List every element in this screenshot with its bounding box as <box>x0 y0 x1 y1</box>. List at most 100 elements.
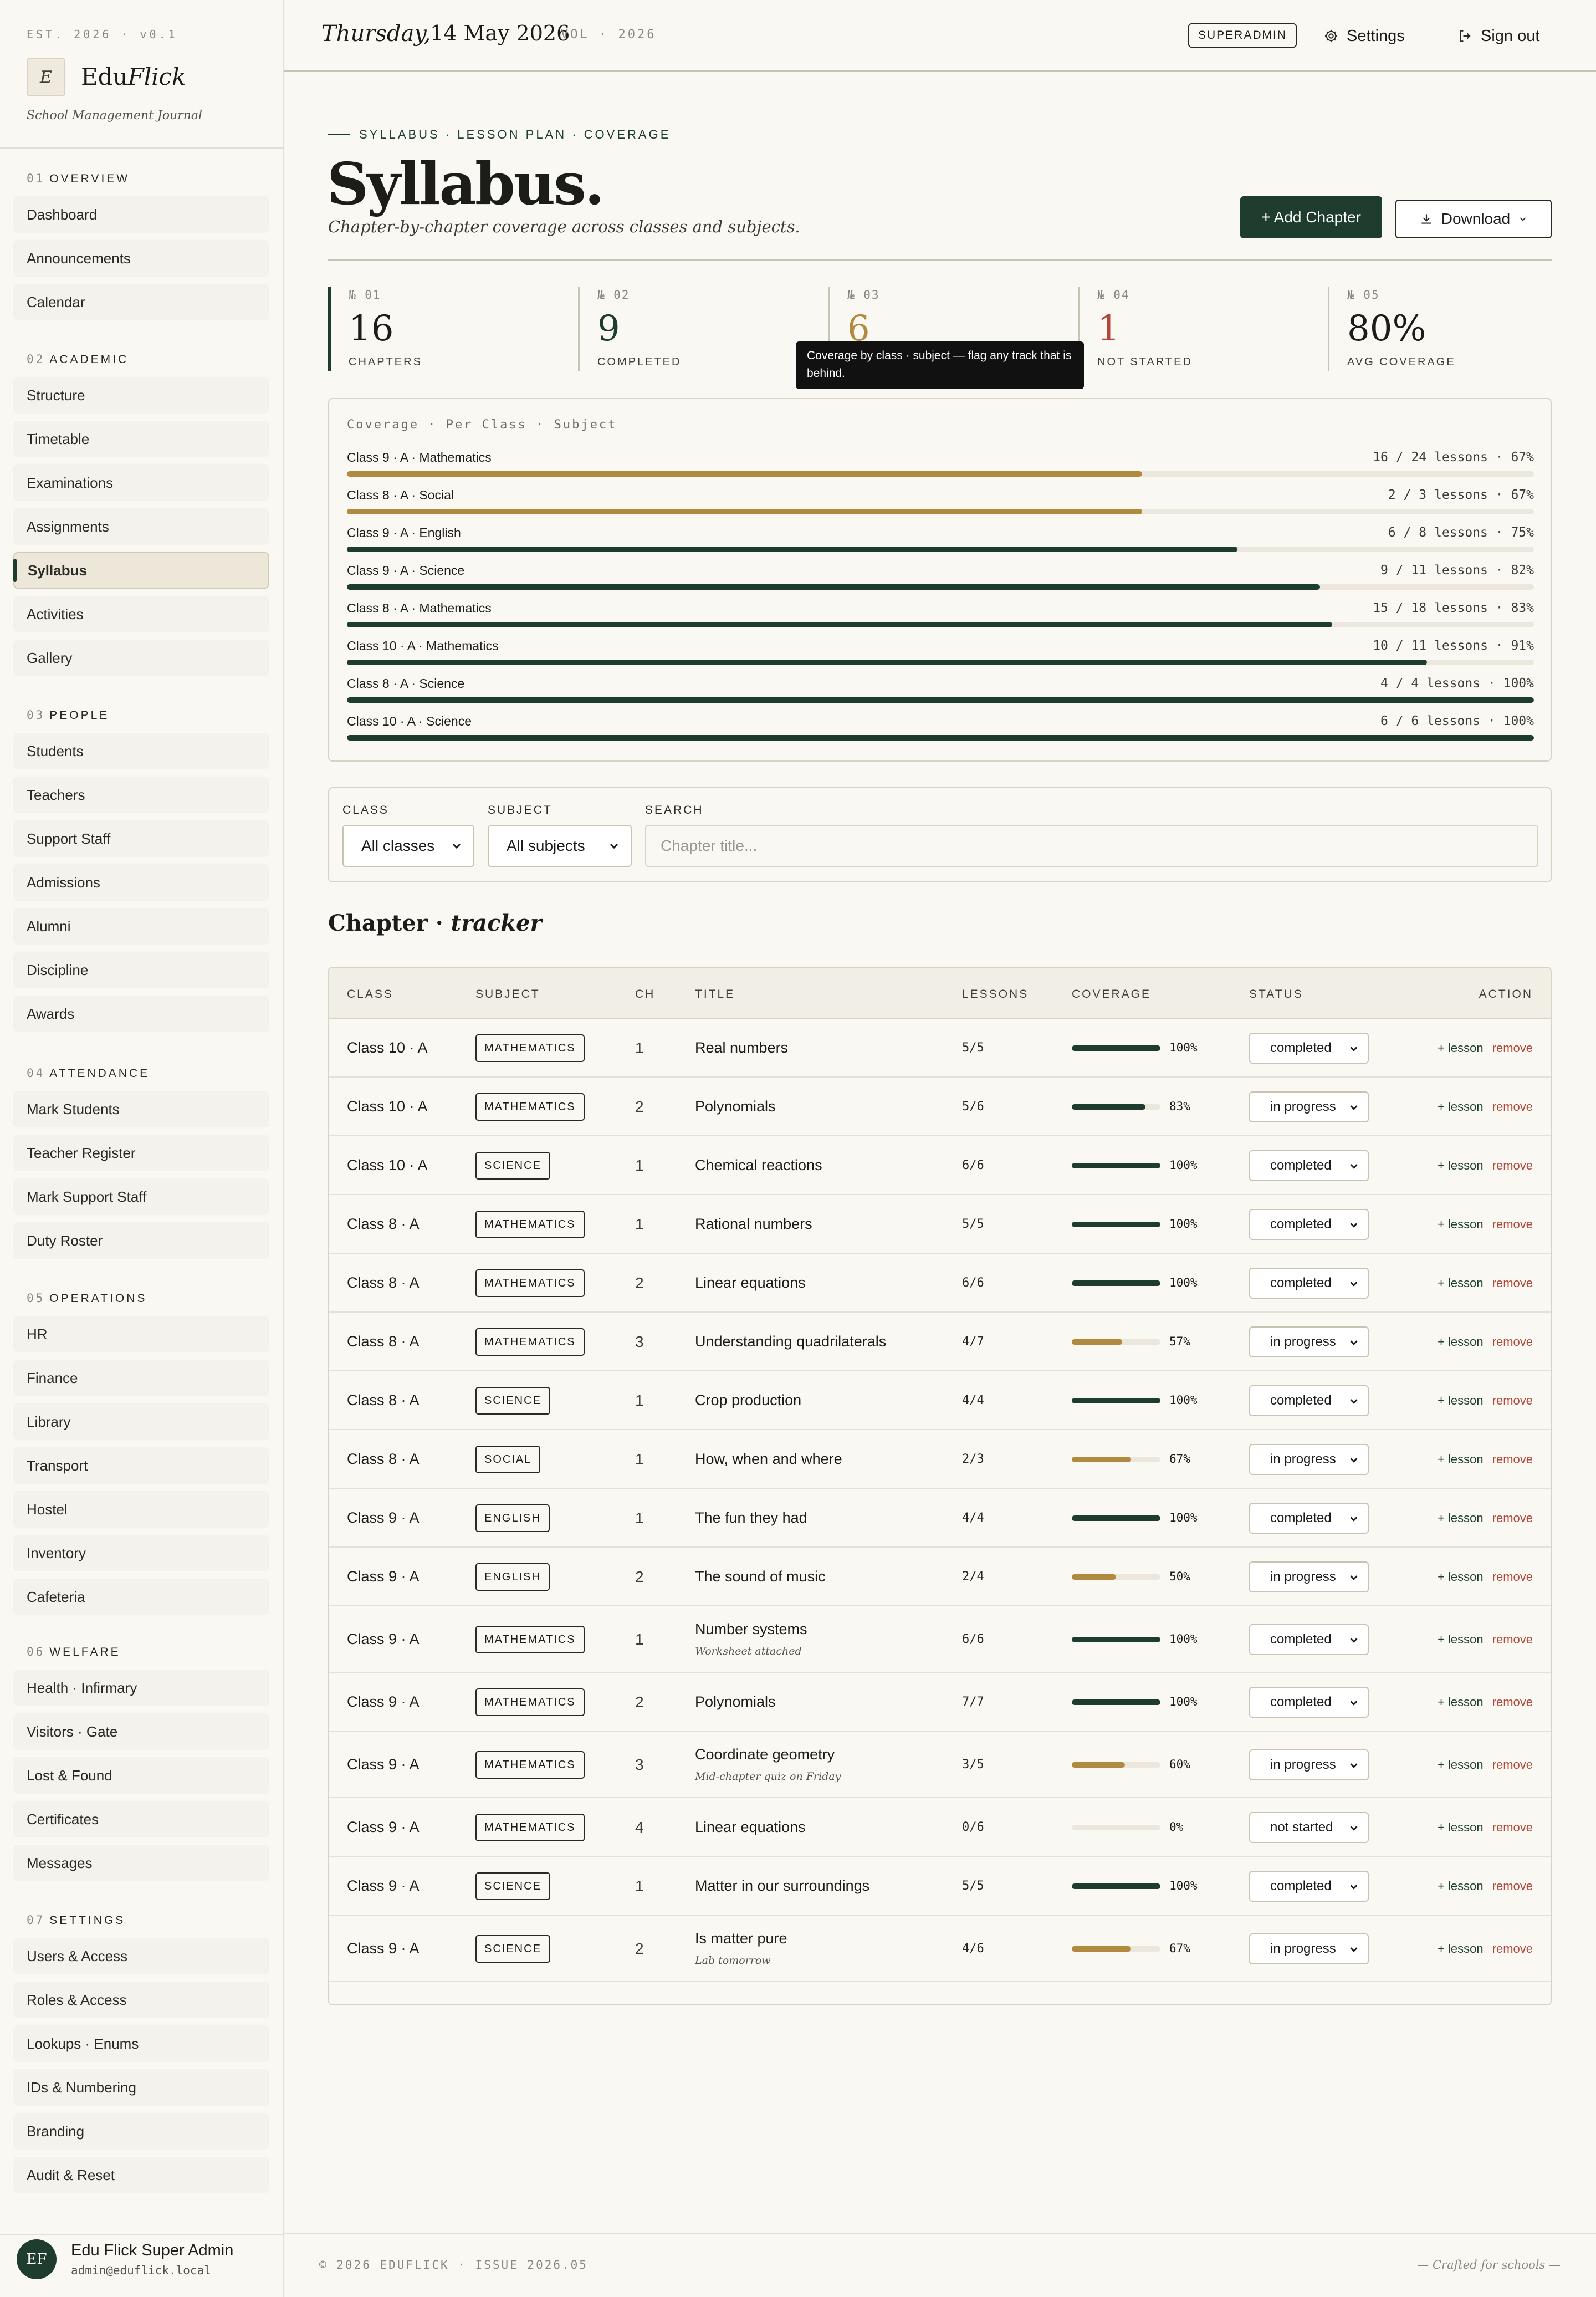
sidebar-item-teachers[interactable]: Teachers <box>13 777 269 813</box>
status-select[interactable]: completed <box>1249 1209 1369 1240</box>
subject-filter-select[interactable]: All subjects <box>488 825 632 867</box>
sidebar-item-examinations[interactable]: Examinations <box>13 464 269 501</box>
status-select[interactable]: in progress <box>1249 1326 1369 1357</box>
class-filter-select[interactable]: All classes <box>342 825 474 867</box>
sidebar-item-announcements[interactable]: Announcements <box>13 240 269 277</box>
column-header-title[interactable]: TITLE <box>695 988 735 1001</box>
download-button[interactable]: Download <box>1395 200 1552 238</box>
chapter-title[interactable]: Matter in our surroundings <box>695 1877 869 1895</box>
sidebar-item-finance[interactable]: Finance <box>13 1360 269 1396</box>
chapter-title[interactable]: Linear equations <box>695 1819 806 1836</box>
remove-link[interactable]: remove <box>1492 1276 1533 1290</box>
logo[interactable]: EduFlick <box>81 63 186 90</box>
add-lesson-link[interactable]: + lesson <box>1438 1335 1484 1349</box>
status-select[interactable]: completed <box>1249 1624 1369 1655</box>
status-select[interactable]: completed <box>1249 1687 1369 1718</box>
sidebar-item-messages[interactable]: Messages <box>13 1845 269 1881</box>
sidebar-item-discipline[interactable]: Discipline <box>13 952 269 988</box>
status-select[interactable]: not started <box>1249 1812 1369 1843</box>
avatar[interactable]: EF <box>17 2239 57 2279</box>
chapter-title[interactable]: The fun they had <box>695 1509 807 1527</box>
remove-link[interactable]: remove <box>1492 1158 1533 1172</box>
chapter-title[interactable]: Chemical reactions <box>695 1157 822 1174</box>
remove-link[interactable]: remove <box>1492 1041 1533 1055</box>
status-select[interactable]: completed <box>1249 1150 1369 1181</box>
column-header-subject[interactable]: SUBJECT <box>475 988 540 1001</box>
chapter-title[interactable]: Number systems <box>695 1621 807 1638</box>
chapter-title[interactable]: Coordinate geometry <box>695 1746 835 1763</box>
sidebar-item-activities[interactable]: Activities <box>13 596 269 632</box>
sidebar-item-library[interactable]: Library <box>13 1403 269 1440</box>
remove-link[interactable]: remove <box>1492 1695 1533 1709</box>
sidebar-item-timetable[interactable]: Timetable <box>13 421 269 457</box>
chapter-title[interactable]: The sound of music <box>695 1568 826 1585</box>
chapter-title[interactable]: Polynomials <box>695 1098 776 1115</box>
chapter-title[interactable]: Real numbers <box>695 1039 788 1056</box>
remove-link[interactable]: remove <box>1492 1758 1533 1772</box>
remove-link[interactable]: remove <box>1492 1632 1533 1646</box>
add-lesson-link[interactable]: + lesson <box>1438 1632 1484 1646</box>
status-select[interactable]: completed <box>1249 1871 1369 1902</box>
column-header-coverage[interactable]: COVERAGE <box>1072 988 1151 1001</box>
add-lesson-link[interactable]: + lesson <box>1438 1158 1484 1172</box>
add-lesson-link[interactable]: + lesson <box>1438 1942 1484 1956</box>
sidebar-item-branding[interactable]: Branding <box>13 2113 269 2150</box>
status-select[interactable]: in progress <box>1249 1091 1369 1122</box>
column-header-class[interactable]: CLASS <box>347 988 393 1001</box>
sidebar-item-ids-numbering[interactable]: IDs & Numbering <box>13 2069 269 2106</box>
status-select[interactable]: in progress <box>1249 1444 1369 1475</box>
add-lesson-link[interactable]: + lesson <box>1438 1879 1484 1893</box>
remove-link[interactable]: remove <box>1492 1100 1533 1114</box>
sidebar-item-lost-found[interactable]: Lost & Found <box>13 1757 269 1794</box>
column-header-ch[interactable]: CH <box>635 988 655 1001</box>
chapter-title[interactable]: Polynomials <box>695 1693 776 1711</box>
sidebar-item-gallery[interactable]: Gallery <box>13 640 269 676</box>
sidebar-item-hostel[interactable]: Hostel <box>13 1491 269 1528</box>
sidebar-item-dashboard[interactable]: Dashboard <box>13 196 269 233</box>
search-input[interactable]: Chapter title... <box>645 825 1538 867</box>
remove-link[interactable]: remove <box>1492 1820 1533 1834</box>
status-select[interactable]: completed <box>1249 1385 1369 1416</box>
chapter-title[interactable]: Is matter pure <box>695 1930 787 1947</box>
status-select[interactable]: in progress <box>1249 1561 1369 1592</box>
sidebar-item-health-infirmary[interactable]: Health · Infirmary <box>13 1670 269 1706</box>
add-lesson-link[interactable]: + lesson <box>1438 1570 1484 1584</box>
column-header-action[interactable]: ACTION <box>1479 988 1533 1001</box>
sidebar-item-cafeteria[interactable]: Cafeteria <box>13 1579 269 1615</box>
chapter-title[interactable]: Understanding quadrilaterals <box>695 1333 886 1350</box>
status-select[interactable]: completed <box>1249 1503 1369 1534</box>
signout-button[interactable]: Sign out <box>1457 22 1539 50</box>
remove-link[interactable]: remove <box>1492 1879 1533 1893</box>
sidebar-item-transport[interactable]: Transport <box>13 1447 269 1484</box>
sidebar-item-alumni[interactable]: Alumni <box>13 908 269 945</box>
sidebar-item-structure[interactable]: Structure <box>13 377 269 414</box>
column-header-status[interactable]: STATUS <box>1249 988 1303 1001</box>
add-lesson-link[interactable]: + lesson <box>1438 1276 1484 1290</box>
add-lesson-link[interactable]: + lesson <box>1438 1452 1484 1466</box>
sidebar-item-students[interactable]: Students <box>13 733 269 769</box>
sidebar-item-users-access[interactable]: Users & Access <box>13 1938 269 1974</box>
remove-link[interactable]: remove <box>1492 1511 1533 1525</box>
add-chapter-button[interactable]: + Add Chapter <box>1240 196 1382 238</box>
sidebar-item-audit-reset[interactable]: Audit & Reset <box>13 2157 269 2193</box>
remove-link[interactable]: remove <box>1492 1570 1533 1584</box>
sidebar-item-awards[interactable]: Awards <box>13 996 269 1032</box>
sidebar-item-roles-access[interactable]: Roles & Access <box>13 1982 269 2018</box>
add-lesson-link[interactable]: + lesson <box>1438 1217 1484 1231</box>
add-lesson-link[interactable]: + lesson <box>1438 1041 1484 1055</box>
add-lesson-link[interactable]: + lesson <box>1438 1393 1484 1407</box>
remove-link[interactable]: remove <box>1492 1452 1533 1466</box>
sidebar-item-calendar[interactable]: Calendar <box>13 284 269 320</box>
remove-link[interactable]: remove <box>1492 1335 1533 1349</box>
sidebar-item-hr[interactable]: HR <box>13 1316 269 1352</box>
remove-link[interactable]: remove <box>1492 1393 1533 1407</box>
remove-link[interactable]: remove <box>1492 1217 1533 1231</box>
add-lesson-link[interactable]: + lesson <box>1438 1820 1484 1834</box>
settings-button[interactable]: Settings <box>1323 22 1405 50</box>
chapter-title[interactable]: Linear equations <box>695 1274 806 1292</box>
status-select[interactable]: in progress <box>1249 1749 1369 1780</box>
sidebar-item-teacher-register[interactable]: Teacher Register <box>13 1135 269 1171</box>
sidebar-item-mark-support-staff[interactable]: Mark Support Staff <box>13 1178 269 1215</box>
add-lesson-link[interactable]: + lesson <box>1438 1758 1484 1772</box>
chapter-title[interactable]: Rational numbers <box>695 1216 812 1233</box>
